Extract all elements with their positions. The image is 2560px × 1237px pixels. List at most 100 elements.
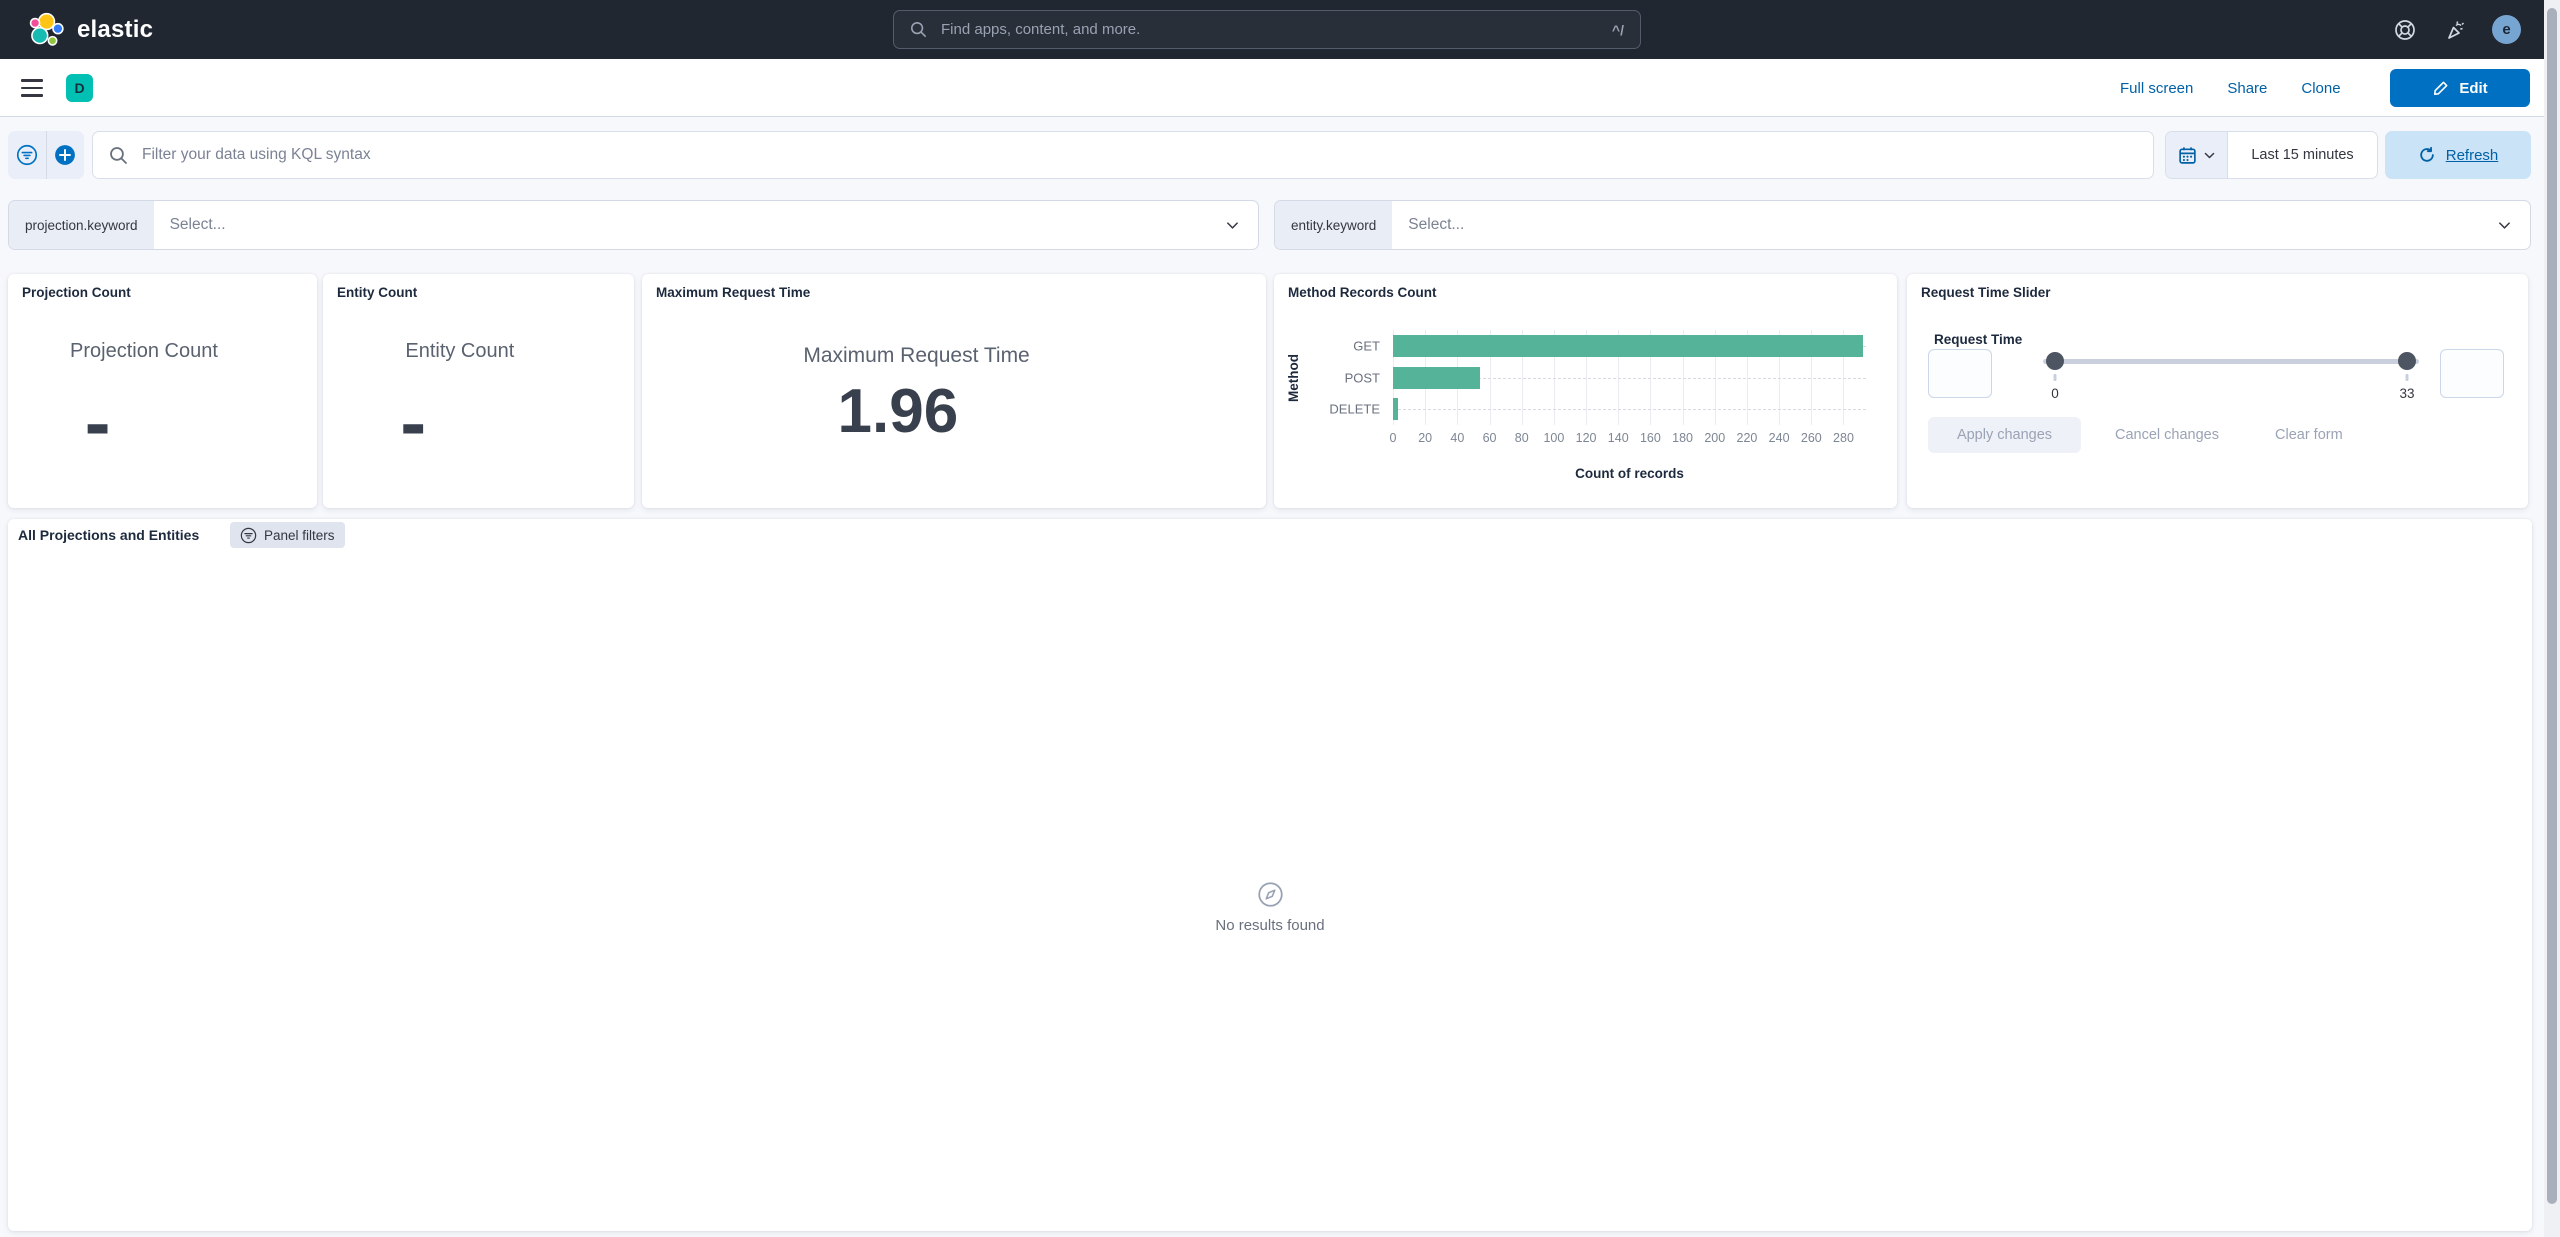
vertical-scrollbar [2544,0,2560,1237]
clear-form-button[interactable]: Clear form [2275,417,2343,453]
empty-state: No results found [8,881,2532,934]
panel-title: Projection Count [22,285,131,300]
clone-button[interactable]: Clone [2301,80,2340,97]
control-entity-keyword[interactable]: entity.keyword Select... [1274,200,2531,250]
saved-query-menu-button[interactable] [8,131,46,179]
slider-handle-max[interactable] [2398,352,2416,370]
slider-min-label: 0 [2051,386,2059,401]
chart-bar-get [1393,335,1863,357]
cancel-changes-button[interactable]: Cancel changes [2115,417,2219,453]
panel-max-request-time: Maximum Request Time Maximum Request Tim… [642,274,1266,508]
kql-query-bar[interactable] [92,131,2154,179]
compass-icon [1257,881,1284,908]
chart-category-label: DELETE [1329,402,1380,417]
slider-tick-max [2406,374,2409,381]
chart-category-label: GET [1353,338,1380,353]
plus-circle-icon [54,144,76,166]
chart-x-tick-label: 40 [1450,431,1464,445]
control-projection-keyword[interactable]: projection.keyword Select... [8,200,1259,250]
share-button[interactable]: Share [2227,80,2267,97]
chart-bar-post [1393,367,1480,389]
help-button[interactable] [2392,17,2418,43]
space-avatar[interactable]: D [66,74,93,102]
refresh-button[interactable]: Refresh [2385,131,2531,179]
chart-bar-delete [1393,398,1398,420]
panel-title: Entity Count [337,285,417,300]
metric-empty-value: - [8,402,187,442]
range-max-input[interactable] [2440,349,2504,398]
panel-request-time-slider: Request Time Slider Request Time 0 33 Ap… [1907,274,2528,508]
chart-x-tick-label: 200 [1704,431,1725,445]
control-label: entity.keyword [1275,201,1392,249]
apply-changes-button[interactable]: Apply changes [1928,417,2081,453]
panel-title: Method Records Count [1288,285,1437,300]
panel-filters-label: Panel filters [264,528,335,543]
global-search[interactable]: ^/ [893,10,1641,49]
empty-state-message: No results found [1215,917,1324,934]
chart-category-label: POST [1345,370,1380,385]
search-icon [910,21,927,38]
metric-label: Projection Count [8,340,280,363]
metric-empty-value: - [323,402,503,442]
refresh-button-label: Refresh [2446,147,2499,164]
edit-button[interactable]: Edit [2390,69,2530,107]
panel-filters-badge[interactable]: Panel filters [230,522,345,548]
edit-button-label: Edit [2459,80,2487,97]
chart-category-labels: GET POST DELETE [1304,330,1386,425]
metric-value: 1.96 [642,376,1154,447]
filter-button-group [8,131,84,179]
avatar-initial: e [2502,21,2510,38]
calendar-icon [2178,146,2197,165]
panel-projection-count: Projection Count Projection Count - [8,274,317,508]
chart-row-guideline [1393,409,1866,410]
chart-x-tick-label: 120 [1576,431,1597,445]
slider-track[interactable] [2043,359,2419,364]
slider-handle-min[interactable] [2046,352,2064,370]
chart-x-tick-label: 160 [1640,431,1661,445]
control-placeholder: Select... [1408,216,2497,234]
chart-x-tick-label: 240 [1769,431,1790,445]
panel-title: All Projections and Entities [18,527,199,543]
control-label: projection.keyword [9,201,154,249]
space-initial: D [74,80,84,96]
menu-toggle-button[interactable] [21,79,43,97]
add-filter-button[interactable] [46,131,85,179]
elastic-logo[interactable]: elastic [28,0,153,59]
control-placeholder: Select... [170,216,1225,234]
date-picker-toggle[interactable] [2166,132,2228,178]
party-popper-icon [2444,18,2468,42]
chart-x-tick-label: 180 [1672,431,1693,445]
chart-x-axis-title: Count of records [1393,466,1866,481]
dashboard-actions: Full screen Share Clone [2120,59,2341,117]
chevron-down-icon [2203,149,2216,162]
chart-x-tick-label: 100 [1543,431,1564,445]
chart-x-tick-label: 80 [1515,431,1529,445]
panel-entity-count: Entity Count Entity Count - [323,274,634,508]
global-search-input[interactable] [939,20,1600,39]
filter-circle-icon [16,144,38,166]
time-range-picker[interactable]: Last 15 minutes [2165,131,2378,179]
chart-plot-area [1393,330,1866,425]
metric-label: Entity Count [323,340,597,363]
search-icon [109,146,128,165]
life-ring-icon [2393,18,2417,42]
chart-x-axis-ticks: 020406080100120140160180200220240260280 [1393,431,1866,447]
brand-text: elastic [77,16,153,44]
chart-x-tick-label: 260 [1801,431,1822,445]
chevron-down-icon [1225,218,1240,233]
pencil-icon [2432,80,2449,97]
kql-query-input[interactable] [140,145,2137,165]
whats-new-button[interactable] [2443,17,2469,43]
panel-title: Maximum Request Time [656,285,810,300]
chart-x-tick-label: 280 [1833,431,1854,445]
chart-x-tick-label: 20 [1418,431,1432,445]
global-header: elastic ^/ [0,0,2544,59]
time-range-value: Last 15 minutes [2228,132,2377,178]
user-avatar[interactable]: e [2492,15,2521,44]
scrollbar-thumb[interactable] [2547,8,2557,1204]
chart-x-tick-label: 60 [1483,431,1497,445]
range-min-input[interactable] [1928,349,1992,398]
chevron-down-icon [2497,218,2512,233]
full-screen-button[interactable]: Full screen [2120,80,2193,97]
chart-x-tick-label: 140 [1608,431,1629,445]
